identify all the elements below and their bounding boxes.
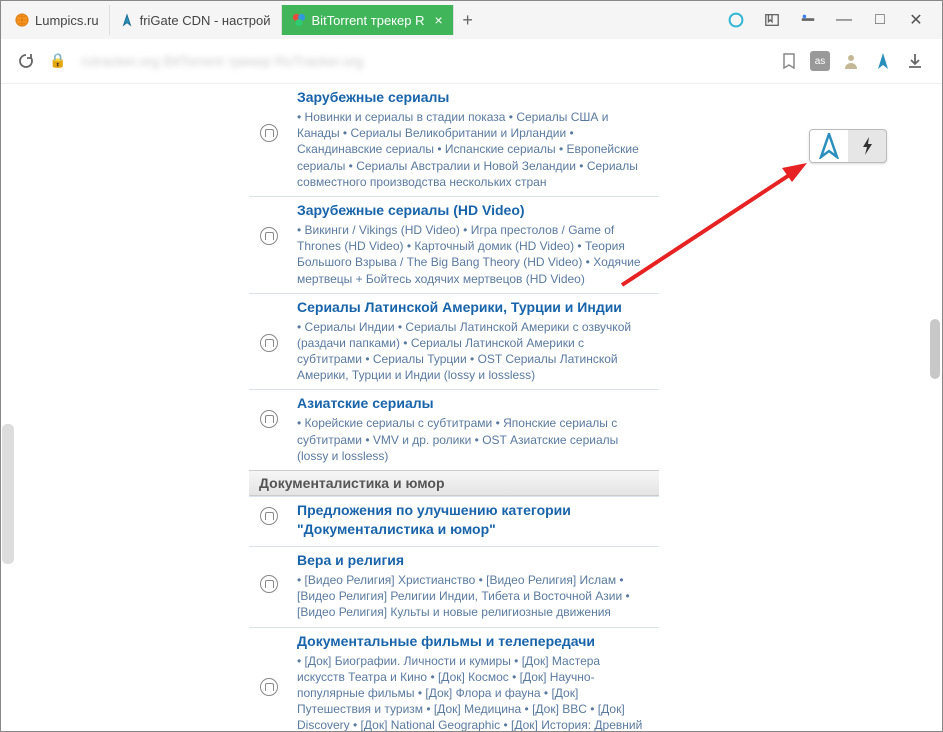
page-viewport: Зарубежные сериалы • Новинки и сериалы в… [1,84,942,731]
tab-lumpics[interactable]: Lumpics.ru [5,5,110,35]
maximize-button[interactable]: □ [872,12,888,28]
category-title[interactable]: Азиатские сериалы [297,395,434,411]
download-icon[interactable] [904,50,926,72]
bookmarks-icon[interactable] [764,12,780,28]
minimize-button[interactable]: — [836,12,852,28]
opera-icon[interactable] [728,12,744,28]
url-display[interactable]: rutracker.org BitTorrent трекер RuTracke… [81,53,764,69]
close-button[interactable]: ✕ [908,12,924,28]
bell-icon[interactable] [260,410,278,428]
tab-bar: Lumpics.ru friGate CDN - настрой BitTorr… [1,1,942,39]
category-row: Сериалы Латинской Америки, Турции и Инди… [249,293,659,390]
category-row: Вера и религия • [Видео Религия] Христиа… [249,546,659,627]
ext-frigate-icon[interactable] [872,50,894,72]
tab-frigate[interactable]: friGate CDN - настрой [110,5,282,35]
section-header: Документалистика и юмор [249,470,659,496]
frigate-widget[interactable] [809,129,887,163]
frigate-icon [120,13,134,27]
category-row: Зарубежные сериалы • Новинки и сериалы в… [249,84,659,196]
sync-icon[interactable] [800,12,816,28]
category-row: Азиатские сериалы • Корейские сериалы с … [249,389,659,470]
tab-label: friGate CDN - настрой [140,13,271,28]
bookmark-icon[interactable] [778,50,800,72]
bell-icon[interactable] [260,678,278,696]
forum-content: Зарубежные сериалы • Новинки и сериалы в… [249,84,659,731]
frigate-widget-icon [810,130,848,162]
category-row: Предложения по улучшению категории "Доку… [249,496,659,546]
bell-icon[interactable] [260,334,278,352]
category-title[interactable]: Зарубежные сериалы (HD Video) [297,202,525,218]
tab-label: Lumpics.ru [35,13,99,28]
bell-icon[interactable] [260,227,278,245]
ext-lastfm-icon[interactable]: as [810,51,830,71]
lock-icon[interactable]: 🔒 [49,52,67,70]
address-bar: 🔒 rutracker.org BitTorrent трекер RuTrac… [1,39,942,84]
globe-icon [15,13,29,27]
category-title[interactable]: Сериалы Латинской Америки, Турции и Инди… [297,299,622,315]
category-items[interactable]: • Новинки и сериалы в стадии показа • Се… [297,109,651,190]
new-tab-button[interactable]: + [454,10,482,31]
tab-label: BitTorrent трекер R [312,13,425,28]
category-title[interactable]: Зарубежные сериалы [297,89,449,105]
category-items[interactable]: • [Док] Биографии. Личности и кумиры • [… [297,653,651,731]
category-row: Зарубежные сериалы (HD Video) • Викинги … [249,196,659,293]
close-icon[interactable]: × [430,12,442,28]
category-title[interactable]: Предложения по улучшению категории "Доку… [297,502,571,537]
category-items[interactable]: • Викинги / Vikings (HD Video) • Игра пр… [297,222,651,287]
category-items[interactable]: • Корейские сериалы с субтитрами • Японс… [297,415,651,464]
bell-icon[interactable] [260,124,278,142]
ext-person-icon[interactable] [840,50,862,72]
bell-icon[interactable] [260,507,278,525]
scrollbar-thumb[interactable] [930,319,940,379]
category-items[interactable]: • Сериалы Индии • Сериалы Латинской Амер… [297,319,651,384]
left-scrollbar[interactable] [2,424,14,564]
category-title[interactable]: Вера и религия [297,552,404,568]
rutracker-icon [292,13,306,27]
bell-icon[interactable] [260,575,278,593]
tab-bittorrent[interactable]: BitTorrent трекер R × [282,5,454,35]
frigate-widget-toggle[interactable] [848,136,886,156]
reload-button[interactable] [17,52,35,70]
category-title[interactable]: Документальные фильмы и телепередачи [297,633,595,649]
category-items[interactable]: • [Видео Религия] Христианство • [Видео … [297,572,651,621]
category-row: Документальные фильмы и телепередачи • [… [249,627,659,731]
